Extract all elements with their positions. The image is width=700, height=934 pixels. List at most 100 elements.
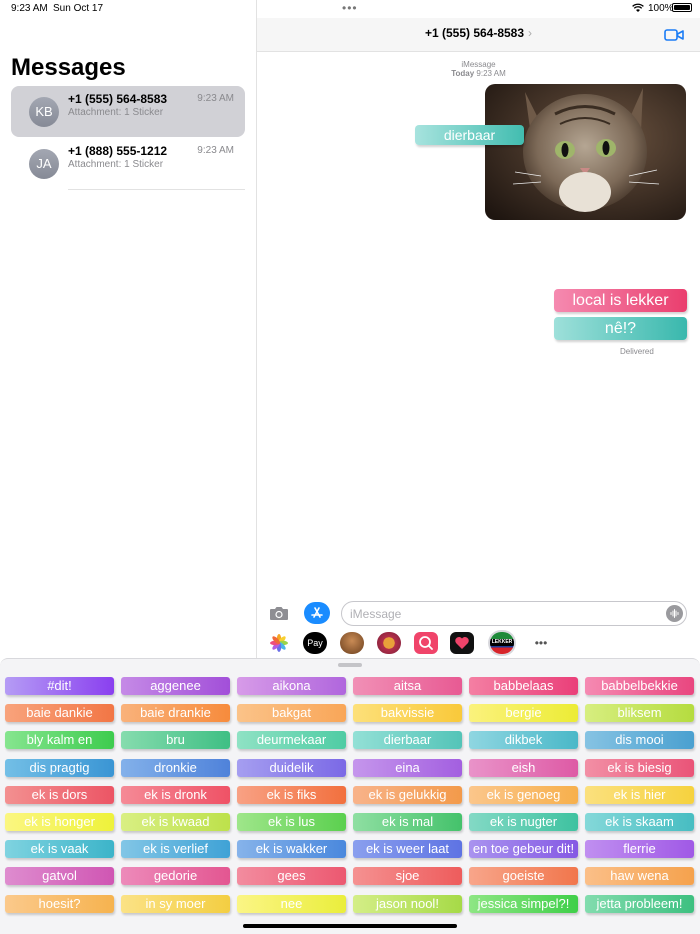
battery-percentage: 100% [648, 3, 674, 14]
sticker-tile[interactable]: dierbaar [353, 731, 462, 749]
sticker-tile[interactable]: ek is wakker [237, 840, 346, 858]
apple-pay-icon[interactable]: Pay [303, 632, 327, 654]
photos-icon[interactable] [267, 632, 291, 654]
sticker-tile[interactable]: nee [237, 895, 346, 913]
sticker-tile[interactable]: dis mooi [585, 731, 694, 749]
facetime-video-icon[interactable] [664, 28, 684, 42]
sticker-tile[interactable]: ek is weer laat [353, 840, 462, 858]
sticker-tile[interactable]: ek is gelukkig [353, 786, 462, 804]
conversation-preview: Attachment: 1 Sticker [68, 159, 164, 170]
sticker-tile[interactable]: in sy moer [121, 895, 230, 913]
digital-touch-icon[interactable] [450, 632, 474, 654]
sticker-tile[interactable]: ek is fiks [237, 786, 346, 804]
home-indicator[interactable] [243, 924, 457, 928]
app-store-button[interactable] [304, 602, 330, 624]
sticker-tile[interactable]: duidelik [237, 759, 346, 777]
dierbaar-sticker[interactable]: dierbaar [415, 125, 524, 145]
sticker-tile[interactable]: ek is verlief [121, 840, 230, 858]
sticker-panel: #dit! aggenee aikona aitsa babbelaas babbelbe… [0, 658, 700, 934]
sticker-tile[interactable]: ek is skaam [585, 813, 694, 831]
timestamp-day: Today [451, 69, 475, 78]
more-apps-icon[interactable]: ••• [529, 632, 553, 654]
sticker-tile[interactable]: ek is lus [237, 813, 346, 831]
avatar: KB [29, 97, 59, 127]
sticker-tile[interactable]: gatvol [5, 867, 114, 885]
sticker-tile[interactable]: flerrie [585, 840, 694, 858]
message-sticker[interactable]: nê!? [554, 317, 687, 340]
sticker-tile[interactable]: jetta probleem! [585, 895, 694, 913]
memoji-icon[interactable] [340, 632, 364, 654]
sticker-tile[interactable]: ek is dors [5, 786, 114, 804]
sticker-tile[interactable]: bakgat [237, 704, 346, 722]
sticker-tile[interactable]: aikona [237, 677, 346, 695]
sticker-tile[interactable]: bly kalm en [5, 731, 114, 749]
lekker-sticker-app-icon[interactable]: LEKKER [490, 632, 514, 654]
sticker-tile[interactable]: deurmekaar [237, 731, 346, 749]
battery-icon [672, 3, 692, 12]
animoji-icon[interactable] [377, 632, 401, 654]
contact-name-button[interactable]: +1 (555) 564-8583 › [257, 26, 700, 40]
sticker-tile[interactable]: ek is genoeg [469, 786, 578, 804]
multitasking-dots-icon[interactable]: ••• [342, 1, 358, 15]
sticker-tile[interactable]: sjoe [353, 867, 462, 885]
photos-icon-graphic [270, 634, 288, 652]
sticker-tile[interactable]: ek is honger [5, 813, 114, 831]
message-input[interactable] [341, 601, 687, 626]
sticker-tile[interactable]: bliksem [585, 704, 694, 722]
sticker-tile[interactable]: ek is nugter [469, 813, 578, 831]
panel-grabber[interactable] [338, 663, 362, 667]
sticker-tile[interactable]: bru [121, 731, 230, 749]
cat-photo-message[interactable] [485, 84, 686, 220]
sticker-tile[interactable]: dronkie [121, 759, 230, 777]
conversation-item[interactable]: JA +1 (888) 555-1212 Attachment: 1 Stick… [11, 138, 245, 189]
sticker-tile[interactable]: ek is hier [585, 786, 694, 804]
sticker-tile[interactable]: babbelaas [469, 677, 578, 695]
sticker-tile[interactable]: ek is dronk [121, 786, 230, 804]
image-search-icon[interactable] [414, 632, 438, 654]
heart-icon [455, 637, 469, 649]
conversation-item[interactable]: KB +1 (555) 564-8583 Attachment: 1 Stick… [11, 86, 245, 137]
sticker-tile[interactable]: ek is kwaad [121, 813, 230, 831]
list-divider [68, 189, 245, 190]
chat-header: +1 (555) 564-8583 › [257, 18, 700, 52]
sticker-tile[interactable]: goeiste [469, 867, 578, 885]
sticker-tile[interactable]: aggenee [121, 677, 230, 695]
app-store-icon [311, 607, 323, 618]
sticker-tile[interactable]: aitsa [353, 677, 462, 695]
sticker-tile[interactable]: ek is vaak [5, 840, 114, 858]
sticker-tile[interactable]: en toe gebeur dit! [469, 840, 578, 858]
audio-message-button[interactable] [666, 605, 683, 622]
sticker-tile[interactable]: ek is biesig [585, 759, 694, 777]
sticker-tile[interactable]: dis pragtig [5, 759, 114, 777]
sticker-tile[interactable]: haw wena [585, 867, 694, 885]
conversation-name: +1 (555) 564-8583 [68, 92, 168, 106]
sticker-tile[interactable]: baie drankie [121, 704, 230, 722]
camera-icon[interactable] [269, 605, 289, 621]
sticker-tile[interactable]: gees [237, 867, 346, 885]
sticker-tile[interactable]: jason nool! [353, 895, 462, 913]
sticker-tile[interactable]: babbelbekkie [585, 677, 694, 695]
conversation-preview: Attachment: 1 Sticker [68, 107, 164, 118]
sticker-tile[interactable]: eina [353, 759, 462, 777]
sticker-tile[interactable]: bergie [469, 704, 578, 722]
lekker-app-label: LEKKER [490, 639, 514, 646]
waveform-icon [670, 609, 679, 618]
sticker-tile[interactable]: bakvissie [353, 704, 462, 722]
messages-app: 9:23 AM Sun Oct 17 ••• 100% Messages KB … [0, 0, 700, 934]
sticker-tile[interactable]: #dit! [5, 677, 114, 695]
cat-photo-image [485, 84, 686, 220]
sticker-tile[interactable]: gedorie [121, 867, 230, 885]
message-sticker[interactable]: local is lekker [554, 289, 687, 312]
sticker-tile[interactable]: baie dankie [5, 704, 114, 722]
conversation-time: 9:23 AM [197, 93, 234, 104]
sticker-tile[interactable]: jessica simpel?! [469, 895, 578, 913]
sticker-tile[interactable]: eish [469, 759, 578, 777]
conversation-sidebar: Messages KB +1 (555) 564-8583 Attachment… [0, 0, 257, 658]
contact-name: +1 (555) 564-8583 [424, 26, 525, 40]
sticker-tile[interactable]: dikbek [469, 731, 578, 749]
sticker-tile[interactable]: ek is mal [353, 813, 462, 831]
page-title: Messages [11, 54, 126, 81]
service-label: iMessage [461, 60, 496, 69]
sticker-tile[interactable]: hoesit? [5, 895, 114, 913]
magnifier-icon [419, 636, 433, 650]
